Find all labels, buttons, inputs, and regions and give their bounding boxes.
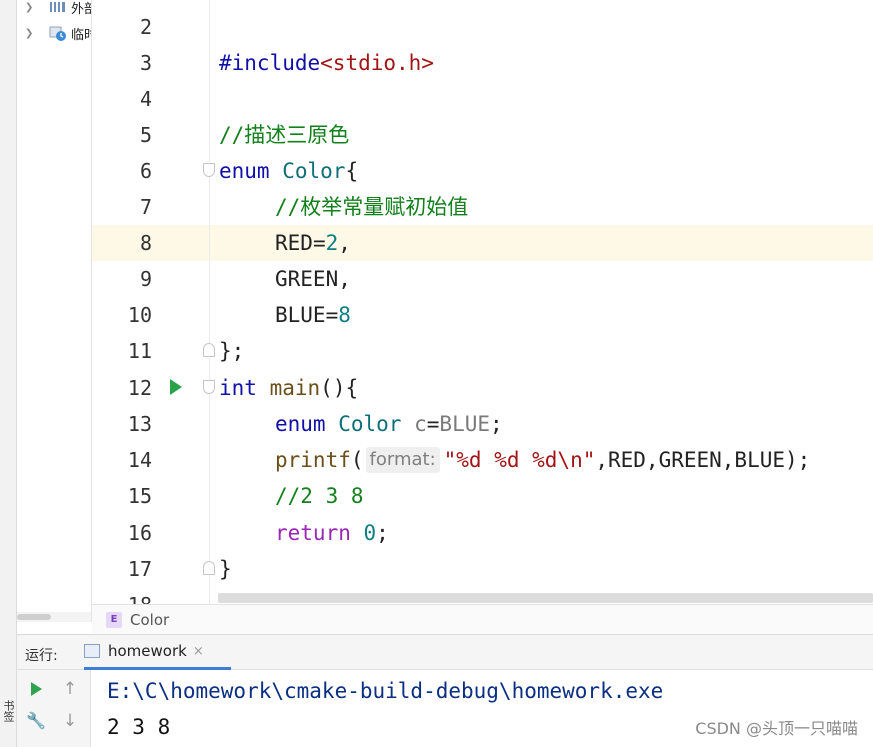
code-line: 15 //2 3 8 bbox=[92, 478, 873, 514]
breadcrumb-label[interactable]: Color bbox=[130, 611, 169, 629]
code-line: 13 enum Color c=BLUE; bbox=[92, 406, 873, 442]
wrench-icon: 🔧 bbox=[26, 711, 46, 730]
scroll-up-button[interactable]: ↑ bbox=[59, 678, 81, 700]
breadcrumb[interactable]: E Color bbox=[92, 604, 873, 634]
code-line: 3 #include<stdio.h> bbox=[92, 45, 873, 81]
code-line: 5 //描述三原色 bbox=[92, 117, 873, 153]
project-tree-panel: ❯ 外部 ❯ 临时 bbox=[17, 0, 92, 622]
code-comment[interactable]: //枚举常量赋初始值 bbox=[275, 189, 468, 225]
code-line: 2 bbox=[92, 9, 873, 45]
code-line: 16 return 0; bbox=[92, 515, 873, 551]
code-line: 6 enum Color{ bbox=[92, 153, 873, 189]
line-number: 6 bbox=[139, 159, 152, 183]
fold-toggle-icon[interactable] bbox=[203, 380, 215, 394]
code-text[interactable]: }; bbox=[219, 333, 244, 369]
fold-toggle-icon[interactable] bbox=[203, 343, 215, 357]
code-text[interactable]: enum Color c=BLUE; bbox=[275, 406, 503, 442]
settings-button[interactable]: 🔧 bbox=[25, 710, 47, 732]
code-text[interactable]: RED=2, bbox=[275, 225, 351, 261]
line-number: 3 bbox=[139, 51, 152, 75]
line-number: 16 bbox=[127, 521, 152, 545]
enum-icon: E bbox=[106, 611, 122, 628]
chevron-right-icon[interactable]: ❯ bbox=[25, 2, 39, 13]
code-text[interactable]: printf(format: "%d %d %d\n",RED,GREEN,BLU… bbox=[275, 442, 810, 478]
code-comment[interactable]: //2 3 8 bbox=[275, 478, 364, 514]
tree-item-external-libraries[interactable]: ❯ 外部 bbox=[17, 0, 91, 17]
code-line: 11 }; bbox=[92, 333, 873, 369]
line-number: 5 bbox=[139, 123, 152, 147]
run-panel-title: 运行: bbox=[25, 648, 58, 664]
tree-item-scratches[interactable]: ❯ 临时 bbox=[17, 23, 91, 43]
code-text[interactable]: BLUE=8 bbox=[275, 297, 351, 333]
line-number: 4 bbox=[139, 87, 152, 111]
code-line-current: 8 RED=2, bbox=[92, 225, 873, 261]
code-text[interactable]: return 0; bbox=[275, 515, 389, 551]
line-number: 2 bbox=[139, 15, 152, 39]
scroll-down-button[interactable]: ↓ bbox=[59, 710, 81, 732]
fold-toggle-icon[interactable] bbox=[203, 163, 215, 177]
line-number: 12 bbox=[127, 376, 152, 400]
code-line: 7 //枚举常量赋初始值 bbox=[92, 189, 873, 225]
code-line: 4 bbox=[92, 81, 873, 117]
code-comment[interactable]: //描述三原色 bbox=[219, 117, 349, 153]
code-editor[interactable]: 2 3 #include<stdio.h> 4 5 //描述三原色 6 enum… bbox=[92, 0, 873, 604]
line-number: 8 bbox=[139, 231, 152, 255]
parameter-hint: format: bbox=[365, 447, 440, 473]
code-line: 9 GREEN, bbox=[92, 261, 873, 297]
run-panel-header: 运行: homework × bbox=[17, 634, 873, 670]
scratch-icon bbox=[49, 26, 67, 41]
scrollbar-thumb[interactable] bbox=[17, 614, 51, 620]
console-icon bbox=[84, 644, 100, 658]
editor-horizontal-scrollbar[interactable] bbox=[218, 593, 873, 603]
line-number: 11 bbox=[127, 339, 152, 363]
project-horizontal-scrollbar[interactable] bbox=[17, 612, 91, 622]
line-number: 14 bbox=[127, 448, 152, 472]
line-number: 13 bbox=[127, 412, 152, 436]
arrow-up-icon: ↑ bbox=[62, 679, 78, 699]
code-line: 10 BLUE=8 bbox=[92, 297, 873, 333]
play-icon bbox=[30, 682, 42, 696]
tab-label: homework bbox=[108, 642, 187, 660]
run-toolbar: ↑ 🔧 ↓ bbox=[17, 670, 91, 747]
rerun-button[interactable] bbox=[25, 678, 47, 700]
tree-item-label: 临时 bbox=[71, 27, 91, 43]
line-number: 7 bbox=[139, 195, 152, 219]
code-line: 17 } bbox=[92, 551, 873, 587]
tab-homework[interactable]: homework × bbox=[84, 635, 231, 670]
left-tool-strip: 书签 bbox=[0, 0, 17, 747]
line-number: 17 bbox=[127, 557, 152, 581]
line-number: 18 bbox=[92, 587, 152, 604]
console-line: E:\C\homework\cmake-build-debug\homework… bbox=[107, 679, 664, 703]
code-text[interactable]: } bbox=[219, 551, 232, 587]
bookmarks-strip-label[interactable]: 书签 bbox=[0, 700, 16, 722]
chevron-right-icon[interactable]: ❯ bbox=[25, 28, 39, 39]
fold-toggle-icon[interactable] bbox=[203, 561, 215, 575]
code-text[interactable]: #include<stdio.h> bbox=[219, 45, 434, 81]
console-line: 2 3 8 bbox=[107, 715, 171, 739]
code-text[interactable]: GREEN, bbox=[275, 261, 351, 297]
run-gutter-icon[interactable] bbox=[170, 379, 182, 395]
code-text[interactable]: int main(){ bbox=[219, 370, 358, 406]
tree-item-label: 外部 bbox=[71, 1, 91, 17]
code-text[interactable]: enum Color{ bbox=[219, 153, 358, 189]
code-line: 12 int main(){ bbox=[92, 370, 873, 406]
arrow-down-icon: ↓ bbox=[62, 711, 78, 731]
close-icon[interactable]: × bbox=[193, 644, 204, 659]
code-line: 14 printf(format: "%d %d %d\n",RED,GREEN,… bbox=[92, 442, 873, 478]
watermark: CSDN @头顶一只喵喵 bbox=[695, 719, 858, 738]
line-number: 15 bbox=[127, 484, 152, 508]
line-number: 10 bbox=[127, 303, 152, 327]
line-number: 9 bbox=[139, 267, 152, 291]
library-icon bbox=[49, 0, 67, 14]
